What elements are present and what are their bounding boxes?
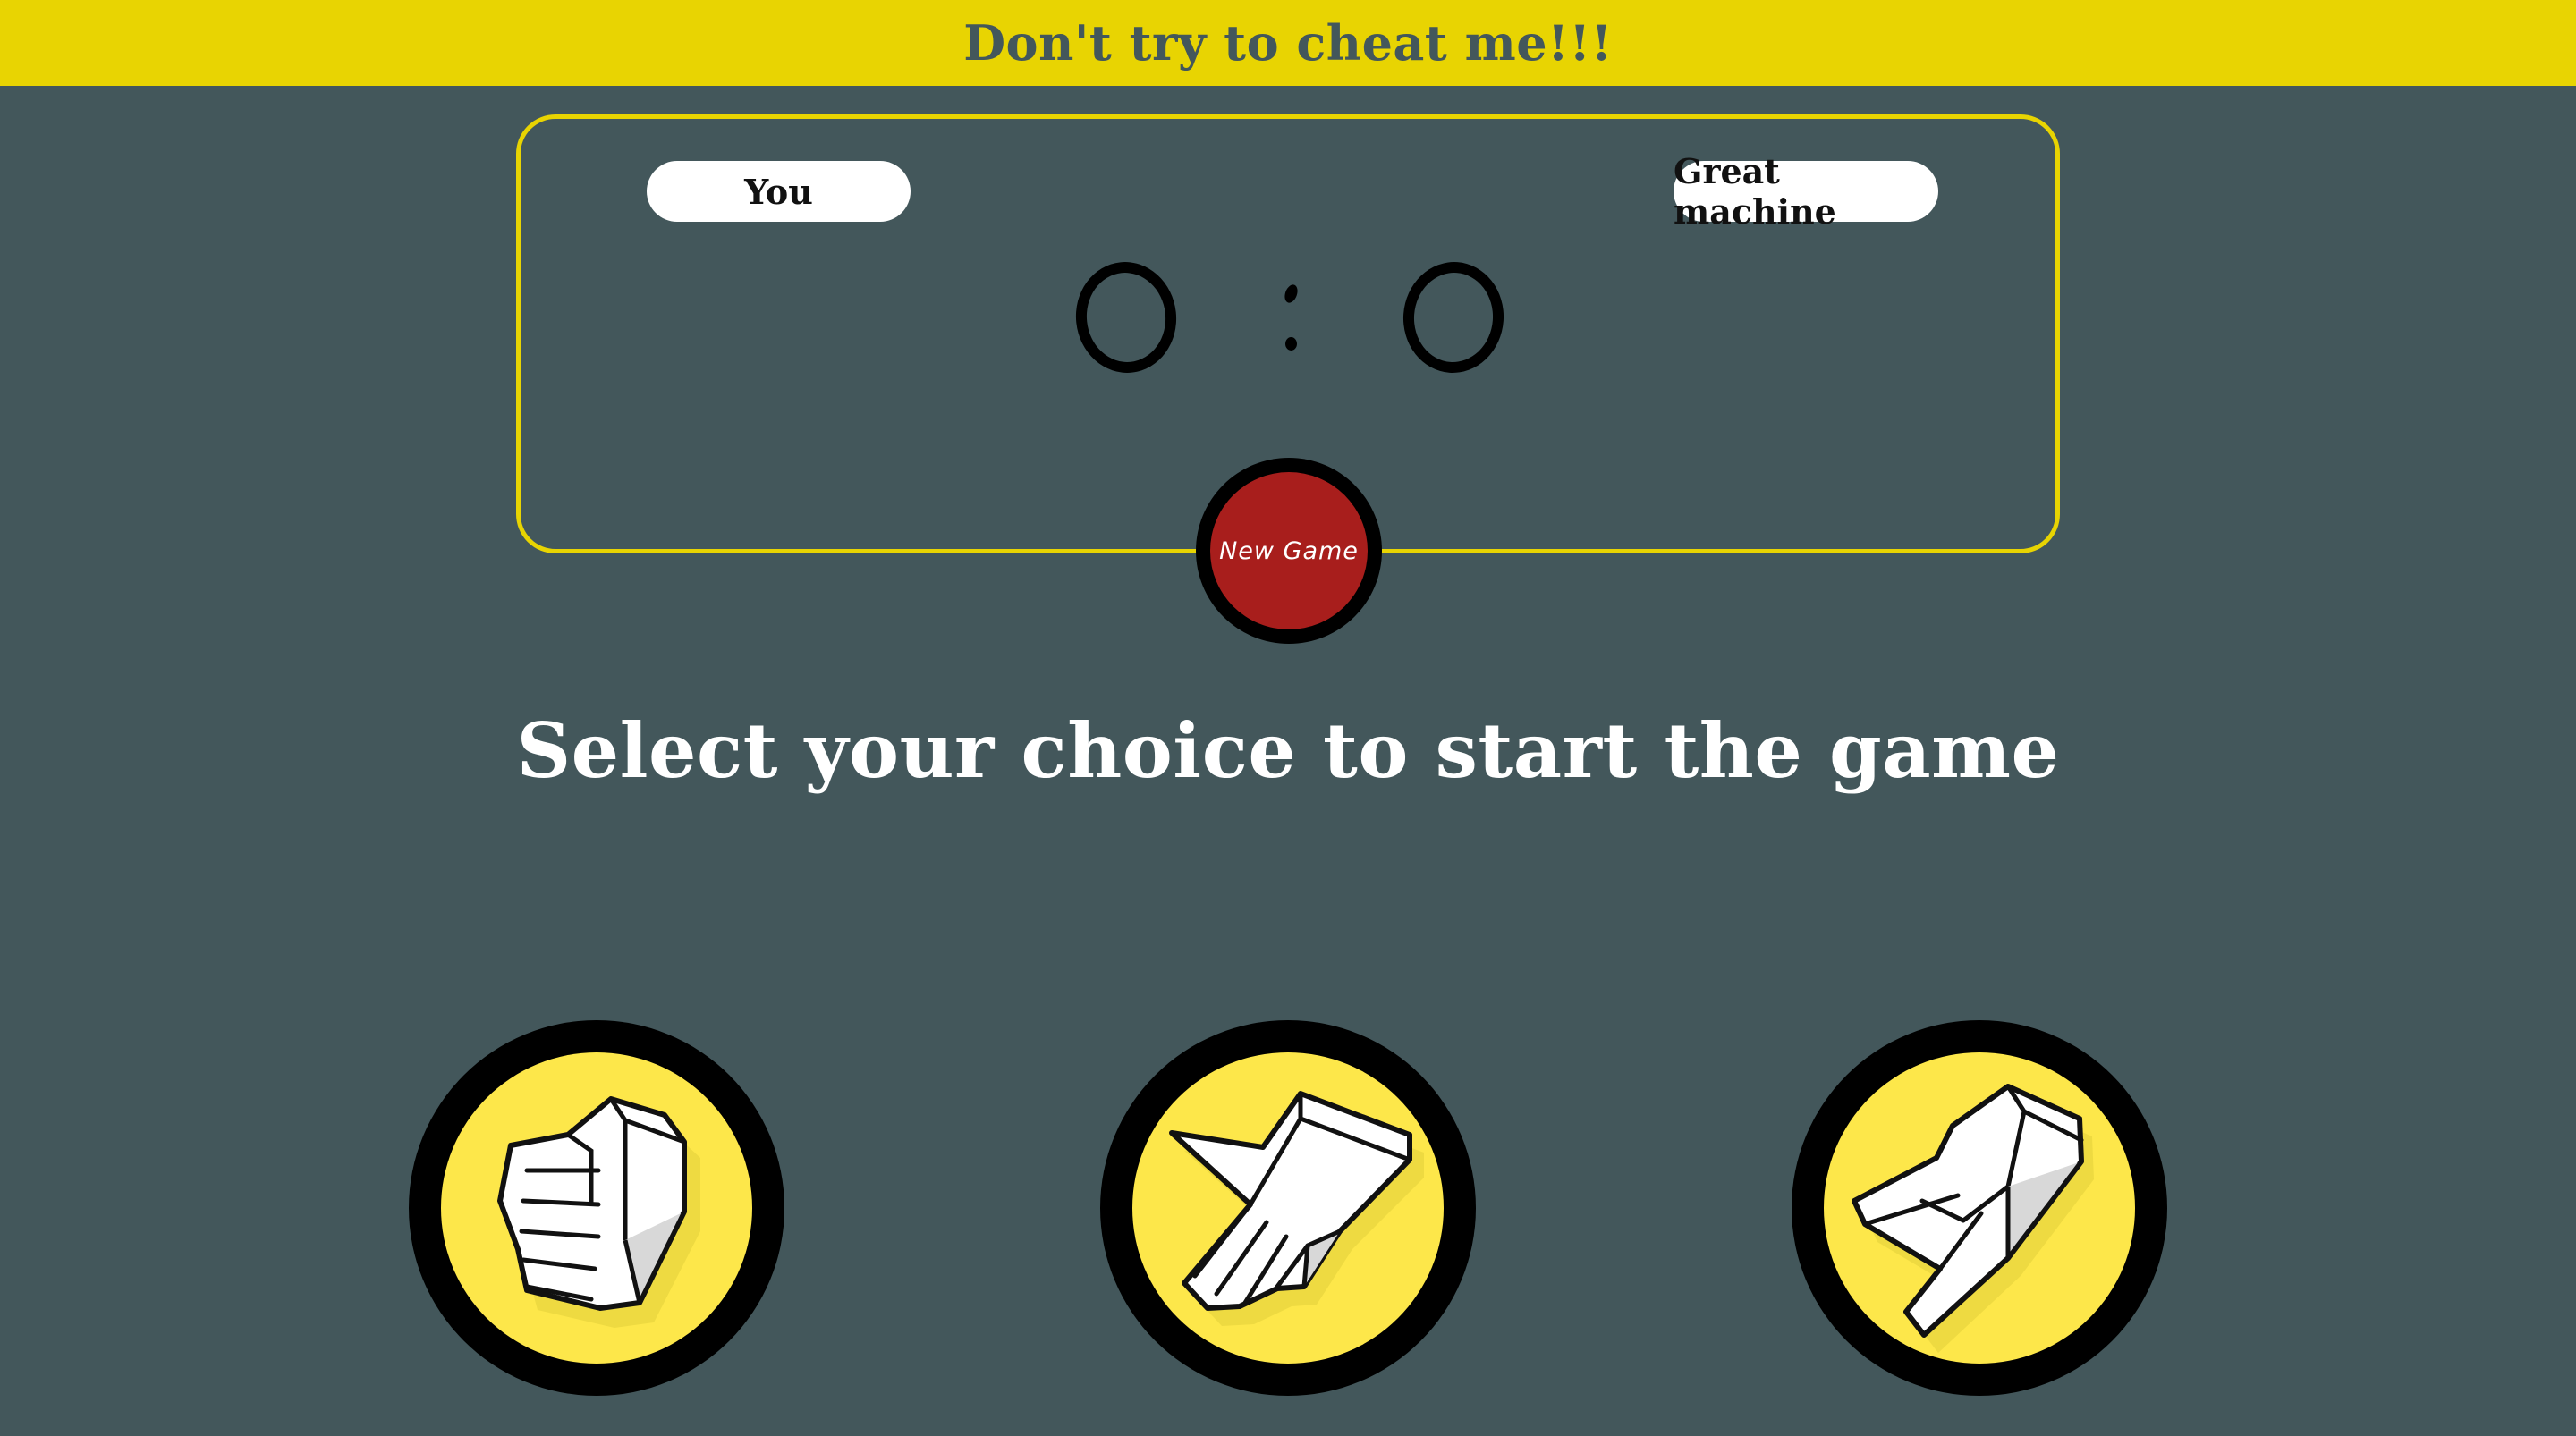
score-separator	[1282, 283, 1301, 355]
game-prompt: Select your choice to start the game	[516, 706, 2060, 795]
scissors-disc	[1824, 1052, 2135, 1364]
player-label: You	[647, 161, 911, 222]
machine-label: Great machine	[1674, 151, 1938, 232]
paper-disc	[1132, 1052, 1444, 1364]
scissors-hand-icon	[1852, 1084, 2094, 1353]
top-banner: Don't try to cheat me!!!	[0, 0, 2576, 86]
machine-score: 0	[1399, 258, 1508, 376]
player-score: 0	[1070, 257, 1182, 378]
scissors-choice-button[interactable]	[1792, 1020, 2167, 1396]
rock-disc	[441, 1052, 752, 1364]
new-game-label: New Game	[1210, 472, 1368, 629]
paper-choice-button[interactable]	[1100, 1020, 1476, 1396]
paper-hand-icon	[1169, 1091, 1424, 1326]
rock-choice-button[interactable]	[409, 1020, 784, 1396]
banner-title: Don't try to cheat me!!!	[963, 14, 1613, 72]
new-game-button[interactable]: New Game	[1196, 458, 1382, 644]
rock-hand-icon	[497, 1096, 700, 1328]
